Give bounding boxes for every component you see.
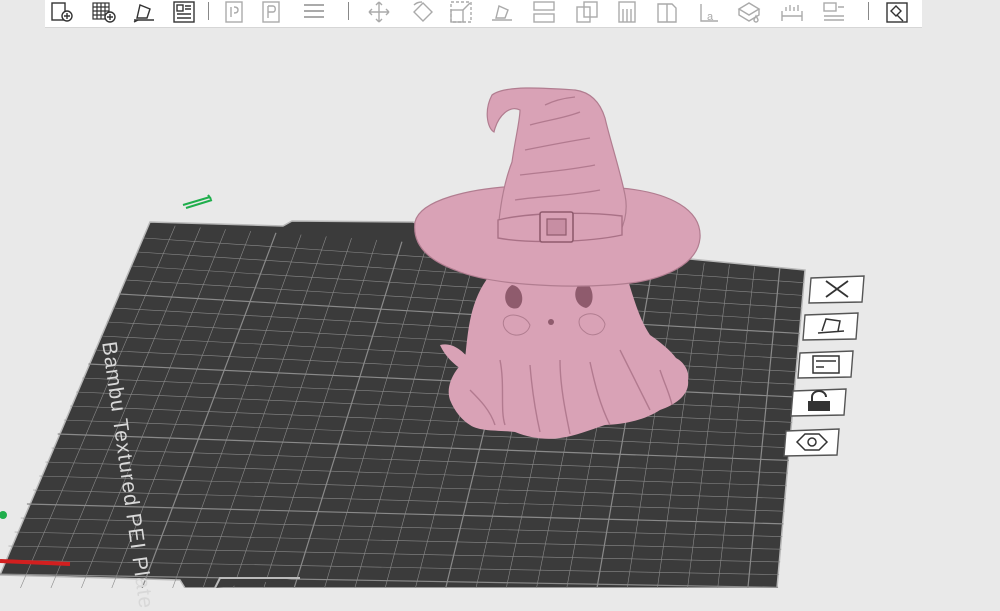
svg-text:a: a — [707, 11, 714, 23]
orient-icon[interactable] — [130, 0, 158, 24]
support-paint-icon[interactable] — [613, 0, 641, 24]
scale-icon[interactable] — [447, 0, 475, 24]
y-axis-indicator — [182, 194, 213, 209]
3d-model-ghost-witch[interactable] — [414, 87, 701, 439]
add-plate-icon[interactable] — [90, 0, 118, 24]
origin-marker — [0, 511, 7, 519]
layers-icon[interactable] — [300, 0, 328, 24]
3d-viewport[interactable] — [0, 28, 1000, 588]
move-icon[interactable] — [365, 0, 393, 24]
arrange-icon[interactable] — [170, 0, 198, 24]
arrange-plate-icon[interactable] — [797, 350, 855, 379]
add-object-icon[interactable] — [48, 0, 76, 24]
toolbar-separator — [348, 2, 349, 20]
split-parts-icon[interactable] — [257, 0, 285, 24]
rotate-icon[interactable] — [409, 0, 437, 24]
auto-orient-plate-icon[interactable] — [802, 312, 860, 341]
toolbar-separator — [868, 2, 869, 20]
color-paint-icon[interactable] — [735, 0, 763, 24]
lay-on-face-icon[interactable] — [488, 0, 516, 24]
measure-icon[interactable] — [778, 0, 806, 24]
seam-paint-icon[interactable] — [653, 0, 681, 24]
assembly-icon[interactable] — [820, 0, 848, 24]
split-objects-icon[interactable] — [220, 0, 248, 24]
boolean-icon[interactable] — [573, 0, 601, 24]
cut-icon[interactable] — [530, 0, 558, 24]
close-plate-icon[interactable] — [808, 275, 866, 304]
main-toolbar: a — [45, 0, 922, 28]
text-icon[interactable]: a — [695, 0, 723, 24]
toolbar-separator — [208, 2, 209, 20]
assembly-view-icon[interactable] — [883, 0, 911, 24]
plate-settings-icon[interactable] — [783, 428, 841, 457]
lock-plate-icon[interactable] — [790, 388, 848, 417]
